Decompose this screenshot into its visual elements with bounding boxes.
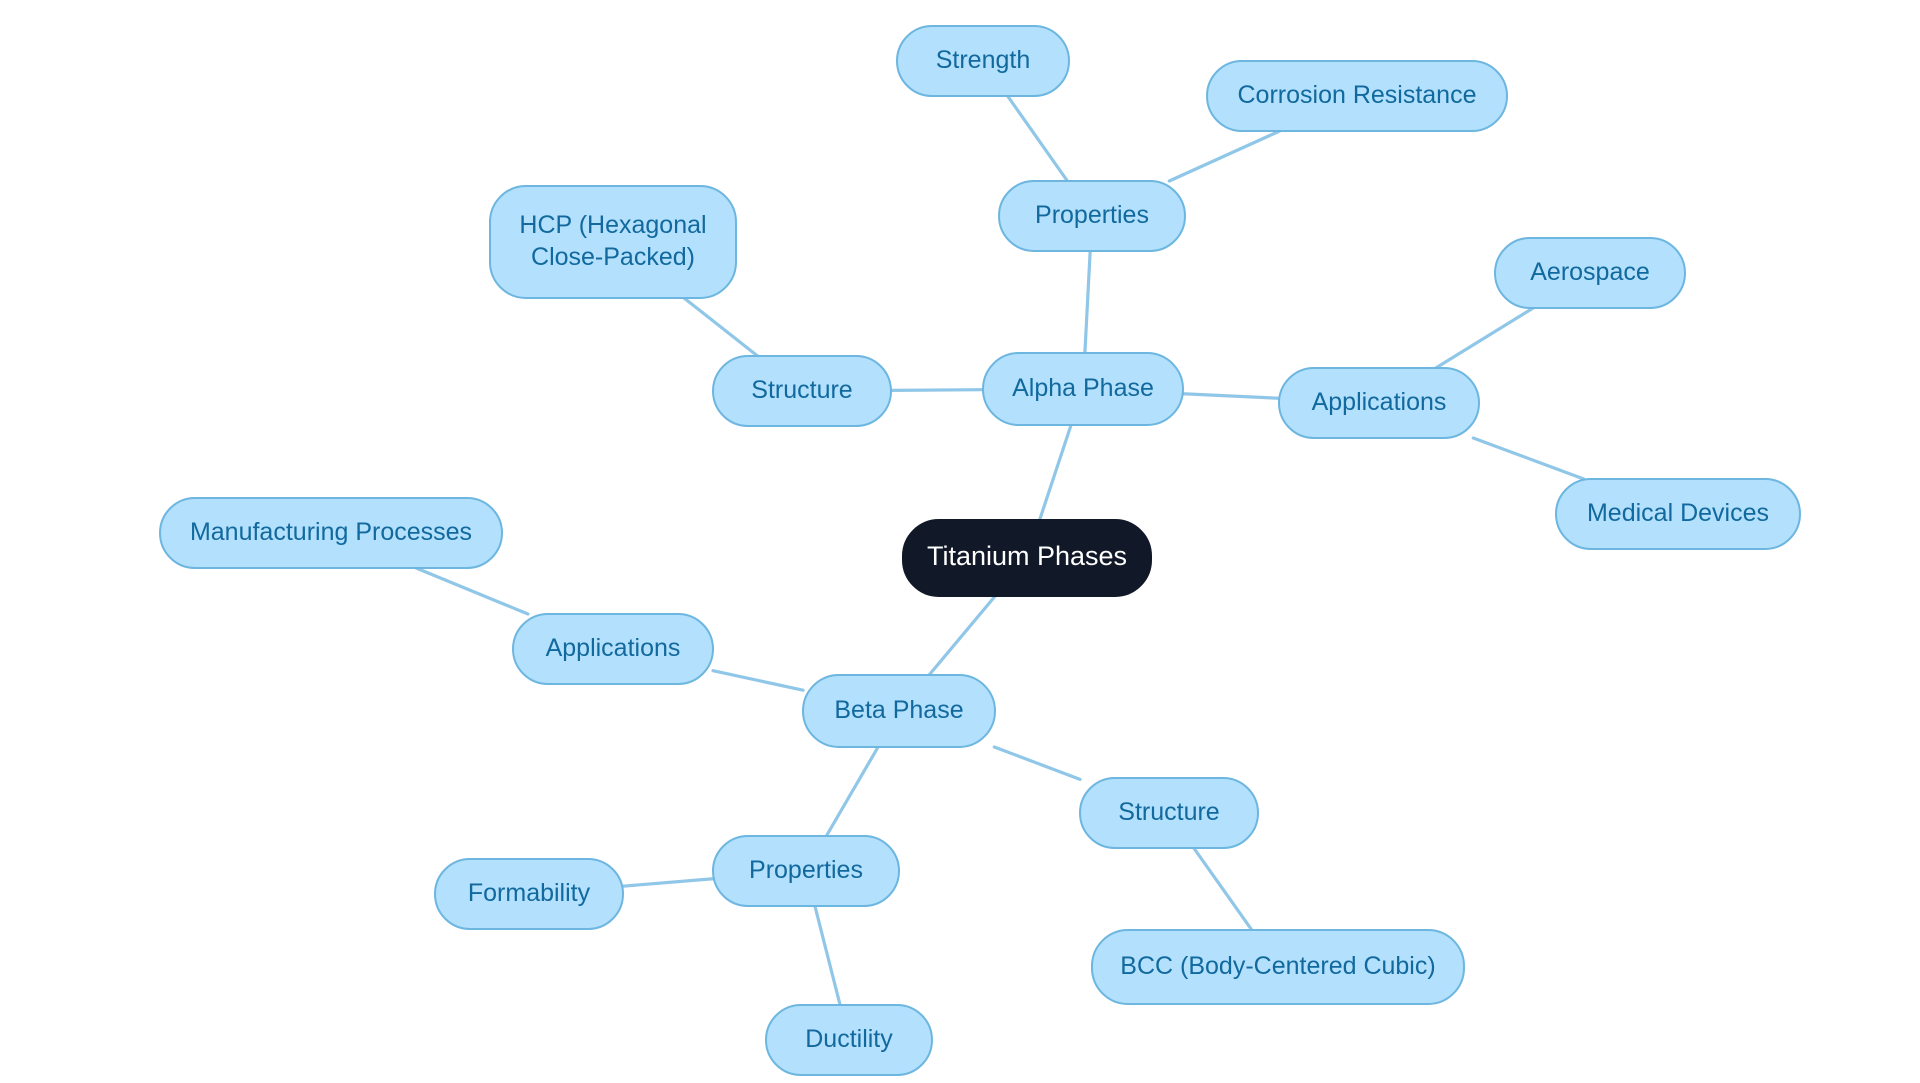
edge-alpha-phase-to-alpha-structure xyxy=(889,388,985,392)
node-shape-alpha-properties[interactable] xyxy=(998,180,1186,252)
node-beta-formability[interactable]: Formability xyxy=(434,858,624,930)
node-alpha-aerospace[interactable]: Aerospace xyxy=(1494,237,1686,309)
node-shape-beta-formability[interactable] xyxy=(434,858,624,930)
node-shape-alpha-aerospace[interactable] xyxy=(1494,237,1686,309)
edge-beta-phase-to-beta-applications xyxy=(711,669,805,692)
node-alpha-structure[interactable]: Structure xyxy=(712,355,892,427)
edge-beta-structure-to-beta-bcc xyxy=(1192,846,1254,932)
edge-beta-applications-to-beta-manufacturing xyxy=(414,566,530,616)
node-shape-alpha-hcp[interactable] xyxy=(489,185,737,299)
node-alpha-hcp[interactable]: HCP (Hexagonal Close-Packed) xyxy=(489,185,737,299)
edge-root-to-alpha-phase xyxy=(1037,423,1073,522)
edge-alpha-properties-to-alpha-corrosion xyxy=(1167,129,1282,183)
node-shape-beta-applications[interactable] xyxy=(512,613,714,685)
node-alpha-properties[interactable]: Properties xyxy=(998,180,1186,252)
node-shape-beta-bcc[interactable] xyxy=(1091,929,1465,1005)
node-shape-alpha-strength[interactable] xyxy=(896,25,1070,97)
node-alpha-phase[interactable]: Alpha Phase xyxy=(982,352,1184,426)
edge-beta-properties-to-beta-ductility xyxy=(813,904,842,1007)
edge-beta-properties-to-beta-formability xyxy=(621,877,715,888)
node-shape-alpha-medical[interactable] xyxy=(1555,478,1801,550)
node-alpha-strength[interactable]: Strength xyxy=(896,25,1070,97)
node-beta-properties[interactable]: Properties xyxy=(712,835,900,907)
node-shape-alpha-corrosion[interactable] xyxy=(1206,60,1508,132)
mindmap-diagram: Titanium Phases Alpha Phase Beta Phase Stru… xyxy=(0,0,1920,1083)
edge-beta-phase-to-beta-structure xyxy=(992,745,1082,781)
mindmap-canvas: Titanium Phases Alpha Phase Beta Phase Stru… xyxy=(159,25,1801,1076)
node-shape-alpha-applications[interactable] xyxy=(1278,367,1480,439)
node-beta-phase[interactable]: Beta Phase xyxy=(802,674,996,748)
edge-alpha-applications-to-alpha-medical xyxy=(1471,436,1586,481)
edge-root-to-beta-phase xyxy=(927,594,997,677)
edge-alpha-phase-to-alpha-applications xyxy=(1181,392,1281,400)
node-root[interactable]: Titanium Phases xyxy=(902,519,1152,597)
edge-alpha-applications-to-alpha-aerospace xyxy=(1434,306,1535,370)
node-alpha-medical[interactable]: Medical Devices xyxy=(1555,478,1801,550)
node-shape-beta-properties[interactable] xyxy=(712,835,900,907)
node-beta-structure[interactable]: Structure xyxy=(1079,777,1259,849)
node-shape-root[interactable] xyxy=(902,519,1152,597)
nodes-layer: Titanium Phases Alpha Phase Beta Phase Stru… xyxy=(159,25,1801,1076)
node-shape-beta-manufacturing[interactable] xyxy=(159,497,503,569)
edge-beta-phase-to-beta-properties xyxy=(824,745,880,838)
node-beta-applications[interactable]: Applications xyxy=(512,613,714,685)
edge-alpha-phase-to-alpha-properties xyxy=(1083,249,1092,355)
node-shape-beta-structure[interactable] xyxy=(1079,777,1259,849)
edge-alpha-structure-to-alpha-hcp xyxy=(682,296,760,358)
node-shape-alpha-phase[interactable] xyxy=(982,352,1184,426)
node-alpha-corrosion[interactable]: Corrosion Resistance xyxy=(1206,60,1508,132)
node-alpha-applications[interactable]: Applications xyxy=(1278,367,1480,439)
node-shape-beta-ductility[interactable] xyxy=(765,1004,933,1076)
node-beta-bcc[interactable]: BCC (Body-Centered Cubic) xyxy=(1091,929,1465,1005)
node-beta-ductility[interactable]: Ductility xyxy=(765,1004,933,1076)
edge-alpha-properties-to-alpha-strength xyxy=(1006,94,1069,183)
node-beta-manufacturing[interactable]: Manufacturing Processes xyxy=(159,497,503,569)
node-shape-beta-phase[interactable] xyxy=(802,674,996,748)
node-shape-alpha-structure[interactable] xyxy=(712,355,892,427)
